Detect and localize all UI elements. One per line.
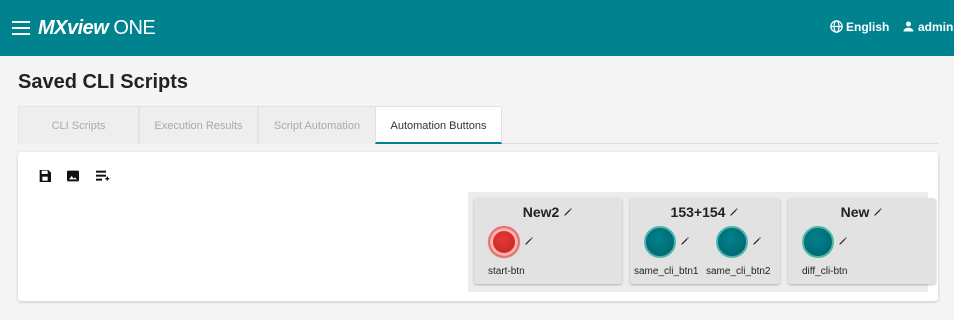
- group-title: New2: [522, 204, 560, 220]
- user-menu[interactable]: admin ▼: [901, 19, 954, 34]
- tab-cli-scripts[interactable]: CLI Scripts: [18, 106, 139, 144]
- automation-group: New diff_cli-btn: [788, 198, 936, 284]
- edit-pencil-icon[interactable]: [524, 236, 534, 246]
- logo-main: MXview: [38, 17, 109, 39]
- edit-pencil-icon[interactable]: [873, 207, 883, 217]
- add-list-icon[interactable]: [94, 168, 110, 184]
- run-button-circle[interactable]: [716, 226, 748, 258]
- tab-bar: CLI Scripts Execution Results Script Aut…: [18, 106, 938, 144]
- language-selector[interactable]: English: [829, 19, 889, 34]
- menu-icon[interactable]: [12, 17, 30, 39]
- automation-button-label: start-btn: [488, 266, 525, 277]
- language-label: English: [846, 19, 890, 34]
- app-logo[interactable]: MXview ONE: [38, 17, 156, 40]
- group-title: 153+154: [670, 204, 726, 220]
- run-button-circle[interactable]: [802, 226, 834, 258]
- edit-pencil-icon[interactable]: [838, 236, 848, 246]
- user-icon: [903, 21, 914, 32]
- content-panel: New2 start-btn 153+154 same_cli_btn1 sam…: [18, 152, 938, 301]
- logo-suffix: ONE: [113, 17, 156, 39]
- tab-execution-results[interactable]: Execution Results: [139, 106, 258, 144]
- automation-group: New2 start-btn: [474, 198, 622, 284]
- automation-button-label: same_cli_btn1: [634, 266, 699, 277]
- edit-pencil-icon[interactable]: [729, 207, 739, 217]
- run-button-circle[interactable]: [488, 226, 520, 258]
- top-bar: MXview ONE English admin ▼: [0, 0, 954, 56]
- globe-icon: [830, 20, 843, 33]
- tab-script-automation[interactable]: Script Automation: [258, 106, 376, 144]
- tab-automation-buttons[interactable]: Automation Buttons: [375, 106, 502, 144]
- group-title: New: [840, 204, 870, 220]
- run-button-circle[interactable]: [644, 226, 676, 258]
- save-icon[interactable]: [37, 168, 53, 184]
- image-icon[interactable]: [65, 168, 81, 184]
- page-title: Saved CLI Scripts: [18, 71, 189, 93]
- automation-button-label: same_cli_btn2: [706, 266, 771, 277]
- automation-groups-area: New2 start-btn 153+154 same_cli_btn1 sam…: [468, 192, 936, 292]
- edit-pencil-icon[interactable]: [680, 236, 690, 246]
- edit-pencil-icon[interactable]: [752, 236, 762, 246]
- automation-button-label: diff_cli-btn: [802, 266, 848, 277]
- automation-group: 153+154 same_cli_btn1 same_cli_btn2: [630, 198, 780, 284]
- user-name: admin: [918, 19, 954, 34]
- edit-pencil-icon[interactable]: [563, 207, 573, 217]
